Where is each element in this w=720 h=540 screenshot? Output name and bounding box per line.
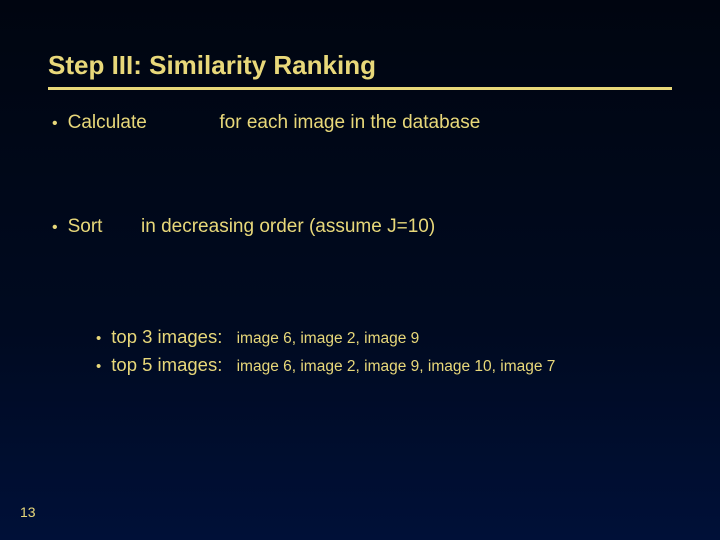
bullet-sort-post: in decreasing order (assume J=10)	[141, 216, 435, 237]
bullet-icon: •	[96, 358, 101, 375]
formula-row-distances	[48, 144, 672, 188]
slide-title: Step III: Similarity Ranking	[48, 50, 672, 81]
bullet-calculate: • Calculate for each image in the databa…	[48, 112, 672, 134]
bullet-icon: •	[52, 115, 58, 133]
bullet-icon: •	[52, 219, 58, 237]
top5-label: top 5 images:	[111, 354, 232, 376]
bullet-top3: • top 3 images: image 6, image 2, image …	[96, 326, 672, 348]
title-underline	[48, 87, 672, 90]
sub-bullets: • top 3 images: image 6, image 2, image …	[48, 326, 672, 376]
page-number: 13	[20, 504, 36, 520]
top5-list: image 6, image 2, image 9, image 10, ima…	[237, 358, 556, 376]
bullet-calc-pre: Calculate	[68, 112, 147, 133]
slide: Step III: Similarity Ranking • Calculate…	[0, 0, 720, 540]
bullet-icon: •	[96, 330, 101, 347]
bullet-top5: • top 5 images: image 6, image 2, image …	[96, 354, 672, 376]
bullet-calc-post: for each image in the database	[219, 112, 480, 133]
top3-label: top 3 images:	[111, 326, 232, 348]
top3-list: image 6, image 2, image 9	[237, 330, 420, 348]
bullet-sort-pre: Sort	[68, 216, 103, 237]
formula-row-inequality	[48, 248, 672, 292]
bullet-sort: • Sort in decreasing order (assume J=10)	[48, 216, 672, 238]
